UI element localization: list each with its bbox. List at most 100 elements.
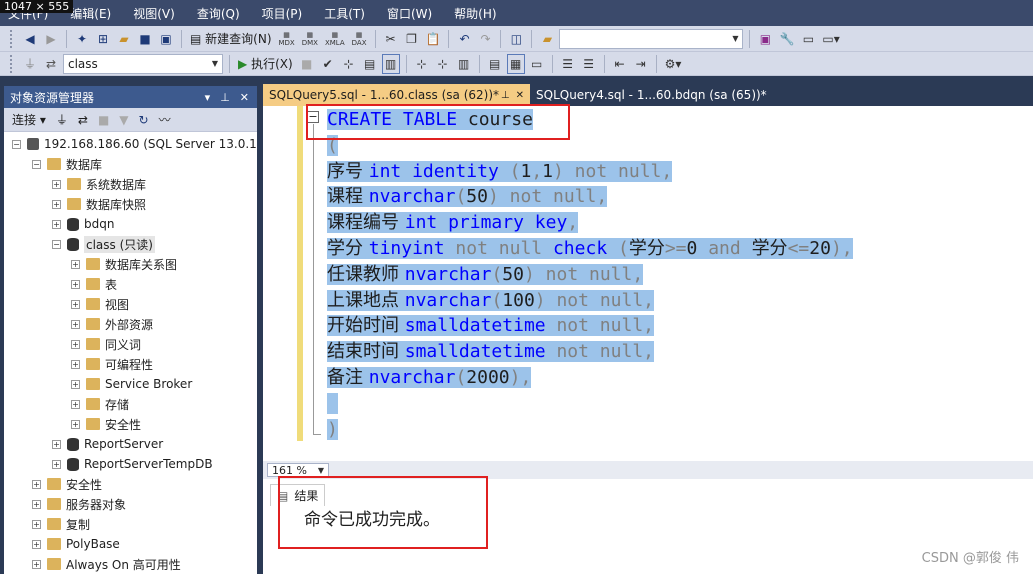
tree-node[interactable]: + PolyBase	[32, 534, 120, 554]
tree-node[interactable]: + ReportServerTempDB	[52, 454, 213, 474]
pin-icon[interactable]: ⊥	[501, 90, 510, 101]
query-designer-icon[interactable]: ▤	[361, 54, 379, 74]
expand-icon[interactable]: +	[71, 259, 80, 269]
expand-icon[interactable]: +	[52, 439, 61, 449]
database-selector[interactable]: class ▼	[63, 53, 223, 74]
change-connection-icon[interactable]: ⇄	[42, 54, 60, 74]
menu-query[interactable]: 查询(Q)	[197, 6, 240, 24]
tools-icon[interactable]: 🔧	[777, 29, 796, 49]
increase-indent-icon[interactable]: ⇥	[632, 54, 650, 74]
tree-node[interactable]: + ReportServer	[52, 434, 163, 454]
expand-icon[interactable]: +	[32, 479, 41, 489]
redo-icon[interactable]: ↷	[476, 29, 494, 49]
tree-node[interactable]: − 数据库	[32, 154, 102, 174]
stop-icon[interactable]: ■	[298, 54, 316, 74]
expand-icon[interactable]: +	[71, 319, 80, 329]
collapse-icon[interactable]: −	[52, 239, 61, 249]
new-project-icon[interactable]: ✦	[73, 29, 91, 49]
tree-node[interactable]: + 同义词	[71, 334, 141, 354]
uncomment-icon[interactable]: ☰	[580, 54, 598, 74]
tree-node[interactable]: + 视图	[71, 294, 129, 314]
tree-node[interactable]: − 192.168.186.60 (SQL Server 13.0.16	[12, 134, 257, 154]
tree-node[interactable]: + 数据库关系图	[71, 254, 177, 274]
tree-node[interactable]: + Service Broker	[71, 374, 192, 394]
save-icon[interactable]: ■	[136, 29, 154, 49]
menu-view[interactable]: 视图(V)	[133, 6, 175, 24]
menu-edit[interactable]: 编辑(E)	[70, 6, 111, 24]
find-combo[interactable]: ▼	[559, 28, 744, 49]
decrease-indent-icon[interactable]: ⇤	[611, 54, 629, 74]
command-window-icon[interactable]: ▭▾	[820, 29, 841, 49]
expand-icon[interactable]: +	[71, 339, 80, 349]
tree-node[interactable]: + 复制	[32, 514, 90, 534]
dax-query-button[interactable]: ▦ DAX	[350, 29, 369, 49]
dropdown-icon[interactable]: ▾	[205, 91, 211, 104]
connect-icon[interactable]: ⏚	[21, 54, 39, 74]
expand-icon[interactable]: +	[71, 299, 80, 309]
xmla-query-button[interactable]: ▦ XMLA	[323, 29, 347, 49]
expand-icon[interactable]: +	[52, 459, 61, 469]
undo-icon[interactable]: ↶	[455, 29, 473, 49]
expand-icon[interactable]: +	[32, 499, 41, 509]
filter-icon[interactable]: ▼	[119, 113, 128, 127]
connect-icon[interactable]: ⏚	[56, 111, 68, 128]
sql-editor[interactable]: − CREATE TABLE course(序号 int identity (1…	[263, 106, 1033, 461]
add-item-icon[interactable]: ⊞	[94, 29, 112, 49]
results-to-file-icon[interactable]: ▭	[528, 54, 546, 74]
menu-help[interactable]: 帮助(H)	[454, 6, 496, 24]
intellisense-icon[interactable]: ▥	[381, 53, 400, 74]
pin-icon[interactable]: ⊥	[220, 91, 230, 104]
expand-icon[interactable]: +	[71, 359, 80, 369]
refresh-icon[interactable]: ↻	[139, 113, 149, 127]
menu-project[interactable]: 项目(P)	[262, 6, 303, 24]
tree-node[interactable]: − class (只读)	[52, 234, 155, 254]
parse-icon[interactable]: ✔	[319, 54, 337, 74]
expand-icon[interactable]: +	[32, 519, 41, 529]
expand-icon[interactable]: +	[71, 419, 80, 429]
tree-node[interactable]: + 服务器对象	[32, 494, 126, 514]
paste-icon[interactable]: 📋	[424, 29, 443, 49]
tree-node[interactable]: + 存储	[71, 394, 129, 414]
include-plan-icon[interactable]: ⊹	[413, 54, 431, 74]
tab-sqlquery4[interactable]: SQLQuery4.sql - 1...60.bdqn (sa (65))*	[530, 84, 773, 106]
activity-monitor-icon[interactable]: ◫	[507, 29, 525, 49]
client-stats-icon[interactable]: ▥	[455, 54, 473, 74]
disconnect-icon[interactable]: ⇄	[78, 113, 88, 127]
expand-icon[interactable]: +	[32, 559, 41, 569]
tree-node[interactable]: + 外部资源	[71, 314, 153, 334]
comment-icon[interactable]: ☰	[559, 54, 577, 74]
stop-icon[interactable]: ■	[98, 113, 109, 127]
tree-node[interactable]: + 安全性	[32, 474, 102, 494]
mdx-query-button[interactable]: ▦ MDX	[277, 29, 297, 49]
tree-node[interactable]: + 可编程性	[71, 354, 153, 374]
expand-icon[interactable]: +	[32, 539, 41, 549]
copy-icon[interactable]: ❐	[403, 29, 421, 49]
tree-node[interactable]: + 表	[71, 274, 117, 294]
menu-tools[interactable]: 工具(T)	[324, 6, 365, 24]
close-icon[interactable]: ✕	[516, 90, 524, 101]
specify-values-icon[interactable]: ⚙▾	[663, 54, 684, 74]
expand-icon[interactable]: +	[71, 399, 80, 409]
tree-node[interactable]: + 系统数据库	[52, 174, 146, 194]
dmx-query-button[interactable]: ▦ DMX	[300, 29, 320, 49]
forward-icon[interactable]: ▶	[42, 29, 60, 49]
back-icon[interactable]: ◀	[21, 29, 39, 49]
activity-icon[interactable]: 〰	[159, 111, 171, 128]
connect-button[interactable]: 连接 ▾	[12, 111, 46, 128]
results-to-text-icon[interactable]: ▤	[486, 54, 504, 74]
toolbox-icon[interactable]: ▭	[799, 29, 817, 49]
new-query-button[interactable]: ▤ 新建查询(N)	[188, 29, 274, 49]
execute-button[interactable]: ▶ 执行(X)	[236, 54, 295, 74]
toolbar-grip[interactable]	[10, 29, 14, 48]
expand-icon[interactable]: +	[52, 199, 61, 209]
results-to-grid-icon[interactable]: ▦	[506, 53, 525, 74]
live-stats-icon[interactable]: ⊹	[434, 54, 452, 74]
expand-icon[interactable]: +	[52, 219, 61, 229]
menu-window[interactable]: 窗口(W)	[387, 6, 432, 24]
tree-node[interactable]: + 数据库快照	[52, 194, 146, 214]
close-icon[interactable]: ✕	[240, 91, 249, 104]
save-all-icon[interactable]: ▣	[157, 29, 175, 49]
solution-explorer-icon[interactable]: ▣	[756, 29, 774, 49]
tree-node[interactable]: + Always On 高可用性	[32, 554, 181, 574]
tree-node[interactable]: + bdqn	[52, 214, 114, 234]
